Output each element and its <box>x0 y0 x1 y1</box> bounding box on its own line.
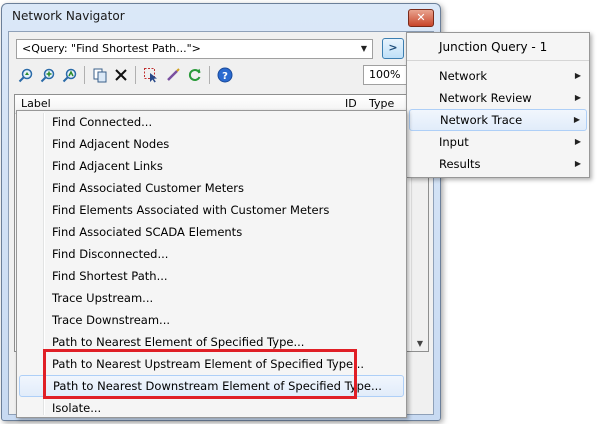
menu-item-find-connected[interactable]: Find Connected... <box>19 111 404 133</box>
select-in-drawing-icon[interactable] <box>141 65 161 85</box>
menu-item-find-associated-scada-elements[interactable]: Find Associated SCADA Elements <box>19 221 404 243</box>
submenu-item-label: Input <box>439 135 469 149</box>
query-dropdown[interactable]: <Query: "Find Shortest Path..."> ▼ <box>16 39 373 59</box>
select-upstream-icon[interactable] <box>16 65 36 85</box>
query-selected-value: <Query: "Find Shortest Path..."> <box>22 42 201 55</box>
submenu-item-label: Network <box>439 69 488 83</box>
delete-icon[interactable] <box>111 65 131 85</box>
title-bar[interactable]: Network Navigator ✕ <box>2 4 440 30</box>
menu-item-trace-downstream[interactable]: Trace Downstream... <box>19 309 404 331</box>
menu-item-find-adjacent-nodes[interactable]: Find Adjacent Nodes <box>19 133 404 155</box>
submenu-item-label: Network Review <box>439 91 532 105</box>
chevron-right-icon: ▶ <box>573 115 580 124</box>
submenu-item-network-review[interactable]: Network Review ▶ <box>409 87 587 109</box>
menu-item-find-associated-customer-meters[interactable]: Find Associated Customer Meters <box>19 177 404 199</box>
menu-item-trace-upstream[interactable]: Trace Upstream... <box>19 287 404 309</box>
chevron-right-icon: ▶ <box>574 93 581 102</box>
column-header-id[interactable]: ID <box>345 97 357 110</box>
query-menu-button[interactable]: > <box>382 38 404 59</box>
toolbar-separator <box>209 66 210 84</box>
refresh-icon[interactable] <box>185 65 205 85</box>
column-header-label[interactable]: Label <box>21 97 51 110</box>
help-icon[interactable]: ? <box>215 65 235 85</box>
submenu-item-network-trace[interactable]: Network Trace ▶ <box>409 109 587 131</box>
menu-item-isolate[interactable]: Isolate... <box>19 397 404 419</box>
menu-item-find-disconnected[interactable]: Find Disconnected... <box>19 243 404 265</box>
annotation-highlight-box <box>43 349 357 399</box>
scroll-down-icon[interactable]: ▼ <box>412 337 428 351</box>
highlight-icon[interactable] <box>163 65 183 85</box>
chevron-right-icon: ▶ <box>574 137 581 146</box>
column-header-type[interactable]: Type <box>369 97 394 110</box>
submenu-item-label: Results <box>439 157 481 171</box>
zoom-in-icon[interactable] <box>38 65 58 85</box>
close-button[interactable]: ✕ <box>408 9 434 27</box>
query-submenu: Junction Query - 1 Network ▶ Network Rev… <box>406 32 590 178</box>
menu-item-find-elements-associated-with-customer-meters[interactable]: Find Elements Associated with Customer M… <box>19 199 404 221</box>
toolbar: ? <box>14 65 364 87</box>
menu-item-find-adjacent-links[interactable]: Find Adjacent Links <box>19 155 404 177</box>
toolbar-separator <box>135 66 136 84</box>
zoom-to-icon[interactable] <box>60 65 80 85</box>
copy-icon[interactable] <box>90 65 110 85</box>
chevron-right-icon: ▶ <box>574 71 581 80</box>
submenu-item-input[interactable]: Input ▶ <box>409 131 587 153</box>
submenu-item-results[interactable]: Results ▶ <box>409 153 587 175</box>
menu-item-find-shortest-path[interactable]: Find Shortest Path... <box>19 265 404 287</box>
chevron-right-icon: ▶ <box>574 159 581 168</box>
submenu-item-label: Network Trace <box>440 113 523 127</box>
window-title: Network Navigator <box>12 9 125 23</box>
submenu-header[interactable]: Junction Query - 1 <box>407 33 589 61</box>
toolbar-separator <box>84 66 85 84</box>
submenu-item-network[interactable]: Network ▶ <box>409 65 587 87</box>
svg-text:?: ? <box>222 71 228 82</box>
chevron-down-icon[interactable]: ▼ <box>356 40 372 58</box>
